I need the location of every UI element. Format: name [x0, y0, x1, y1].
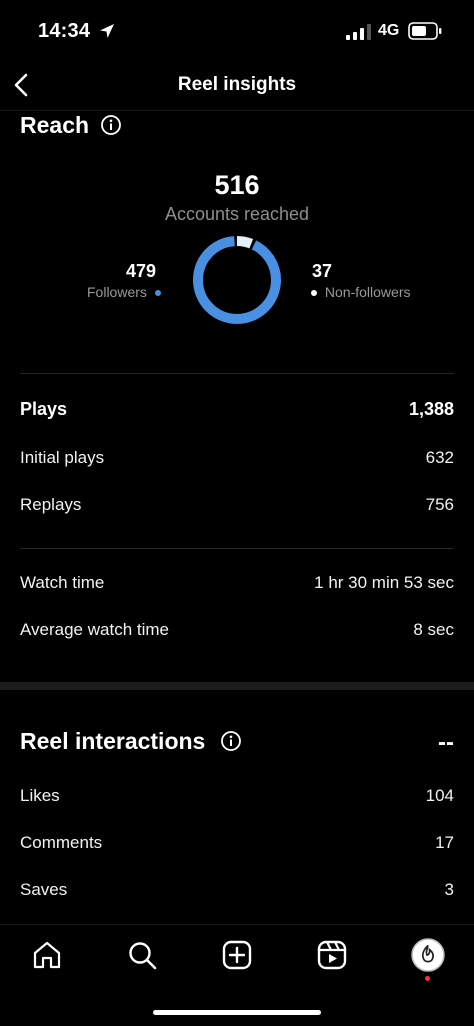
watch-time-label: Watch time	[20, 573, 105, 592]
plays-value: 1,388	[408, 399, 454, 419]
followers-count: 479	[126, 261, 157, 281]
section-divider	[0, 682, 474, 690]
accounts-reached-label: Accounts reached	[164, 204, 310, 224]
home-indicator	[153, 1010, 321, 1015]
followers-label: Followers	[87, 284, 147, 300]
reel-interactions-total: --	[438, 729, 454, 756]
plays-label: Plays	[20, 399, 68, 419]
likes-value: 104	[425, 786, 454, 805]
divider	[20, 548, 454, 549]
saves-value: 3	[444, 880, 454, 899]
notification-dot	[425, 976, 430, 981]
initial-plays-label: Initial plays	[20, 448, 105, 467]
average-watch-time-value: 8 sec	[413, 620, 454, 639]
header: Reel insights	[0, 60, 474, 111]
create-icon[interactable]	[221, 939, 253, 971]
likes-label: Likes	[20, 786, 60, 805]
reach-donut-chart	[193, 236, 281, 324]
profile-avatar[interactable]	[411, 938, 445, 972]
followers-legend: Followers	[87, 284, 161, 300]
search-icon[interactable]	[126, 939, 158, 971]
page-title: Reel insights	[177, 74, 297, 95]
replays-value: 756	[425, 495, 454, 514]
reel-interactions-title: Reel interactions	[20, 728, 206, 754]
watch-time-value: 1 hr 30 min 53 sec	[314, 573, 454, 592]
donut-followers-segment	[193, 236, 281, 324]
info-icon[interactable]	[100, 114, 122, 136]
home-icon[interactable]	[31, 939, 63, 971]
status-time: 14:34	[38, 20, 91, 42]
location-arrow-icon	[100, 24, 114, 38]
divider	[20, 373, 454, 374]
followers-dot	[154, 290, 161, 297]
comments-label: Comments	[20, 833, 103, 852]
non-followers-count: 37	[312, 261, 333, 281]
battery-icon	[408, 22, 442, 40]
saves-label: Saves	[20, 880, 68, 899]
initial-plays-value: 632	[425, 448, 454, 467]
average-watch-time-label: Average watch time	[20, 620, 169, 639]
signal-icon	[346, 24, 371, 40]
reach-title: Reach	[20, 112, 90, 138]
status-bar: 14:34 4G	[0, 0, 474, 60]
network-label: 4G	[378, 22, 400, 39]
non-followers-legend: Non-followers	[311, 284, 410, 300]
non-followers-dot	[311, 290, 317, 297]
comments-value: 17	[435, 833, 454, 852]
replays-label: Replays	[20, 495, 82, 514]
reels-icon[interactable]	[316, 939, 348, 971]
accounts-reached-count: 516	[214, 170, 260, 200]
non-followers-label: Non-followers	[324, 284, 411, 300]
info-icon[interactable]	[220, 730, 242, 752]
